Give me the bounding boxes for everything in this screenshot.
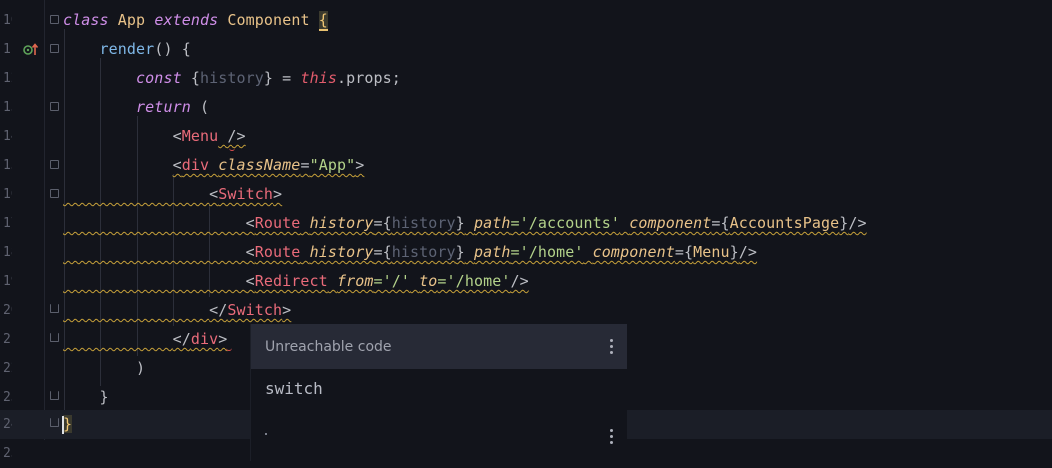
code-text: return ( xyxy=(136,98,210,116)
fold-toggle-icon[interactable] xyxy=(50,304,59,313)
line-number: 12 xyxy=(3,71,12,86)
list-item-marker xyxy=(265,433,267,435)
code-line[interactable]: 15 <div className="App"> xyxy=(0,151,1052,180)
completion-popup[interactable]: Unreachable code switch xyxy=(250,324,627,461)
fold-toggle-icon[interactable] xyxy=(50,333,59,342)
line-number: 20 xyxy=(3,303,12,318)
code-line[interactable]: 19 <Redirect from='/' to='/home'/> xyxy=(0,267,1052,296)
code-text: <Switch> xyxy=(209,185,283,203)
code-text: } xyxy=(99,388,109,406)
code-line[interactable]: 20 </Switch> xyxy=(0,296,1052,325)
popup-body: switch xyxy=(251,369,627,461)
fold-toggle-icon[interactable] xyxy=(50,418,59,427)
line-number: 22 xyxy=(3,361,12,376)
matched-brace: } xyxy=(63,415,73,433)
code-text: class App extends Component { xyxy=(63,11,328,31)
code-text: </div> xyxy=(172,330,228,348)
code-line[interactable]: 11 render() { xyxy=(0,35,1052,64)
line-number: 24 xyxy=(3,417,12,432)
code-line[interactable]: 14 <Menu /> xyxy=(0,122,1052,151)
code-text: render() { xyxy=(99,40,191,58)
code-line[interactable]: 10 class App extends Component { xyxy=(0,6,1052,35)
code-line[interactable]: 16 <Switch> xyxy=(0,180,1052,209)
fold-toggle-icon[interactable] xyxy=(50,15,59,24)
kebab-menu-icon[interactable] xyxy=(609,339,613,354)
popup-header: Unreachable code xyxy=(251,324,627,369)
code-text: <Redirect from='/' to='/home'/> xyxy=(245,272,529,290)
code-text: <div className="App"> xyxy=(172,156,365,174)
line-number: 16 xyxy=(3,187,12,202)
code-line[interactable]: 18 <Route history={history} path='/home'… xyxy=(0,238,1052,267)
code-text: <Route history={history} path='/accounts… xyxy=(245,214,867,232)
fold-toggle-icon[interactable] xyxy=(50,160,59,169)
fold-toggle-icon[interactable] xyxy=(50,44,59,53)
completion-suggestion[interactable]: switch xyxy=(265,379,613,398)
line-number: 19 xyxy=(3,274,12,289)
line-number: 11 xyxy=(3,42,12,57)
line-number: 25 xyxy=(3,446,12,461)
code-text: </Switch> xyxy=(209,301,292,319)
code-text: <Menu /> xyxy=(172,127,246,145)
line-number: 10 xyxy=(3,13,12,28)
matched-brace: { xyxy=(318,11,328,31)
line-number: 13 xyxy=(3,100,12,115)
fold-toggle-icon[interactable] xyxy=(50,102,59,111)
line-number: 23 xyxy=(3,390,12,405)
code-line[interactable]: 12 const {history} = this.props; xyxy=(0,64,1052,93)
override-method-icon[interactable] xyxy=(23,42,39,60)
code-text: ) xyxy=(136,359,146,377)
code-line[interactable]: 13 return ( xyxy=(0,93,1052,122)
code-text: <Route history={history} path='/home' co… xyxy=(245,243,758,261)
fold-toggle-icon[interactable] xyxy=(50,189,59,198)
line-number: 14 xyxy=(3,129,12,144)
code-text: } xyxy=(63,410,73,439)
text-cursor xyxy=(62,416,64,434)
line-number: 15 xyxy=(3,158,12,173)
line-number: 17 xyxy=(3,216,12,231)
kebab-menu-icon[interactable] xyxy=(609,429,613,444)
code-text: const {history} = this.props; xyxy=(136,69,401,87)
fold-toggle-icon[interactable] xyxy=(50,391,59,400)
code-line[interactable]: 17 <Route history={history} path='/accou… xyxy=(0,209,1052,238)
line-number: 21 xyxy=(3,332,12,347)
line-number: 18 xyxy=(3,245,12,260)
popup-title: Unreachable code xyxy=(265,338,392,355)
